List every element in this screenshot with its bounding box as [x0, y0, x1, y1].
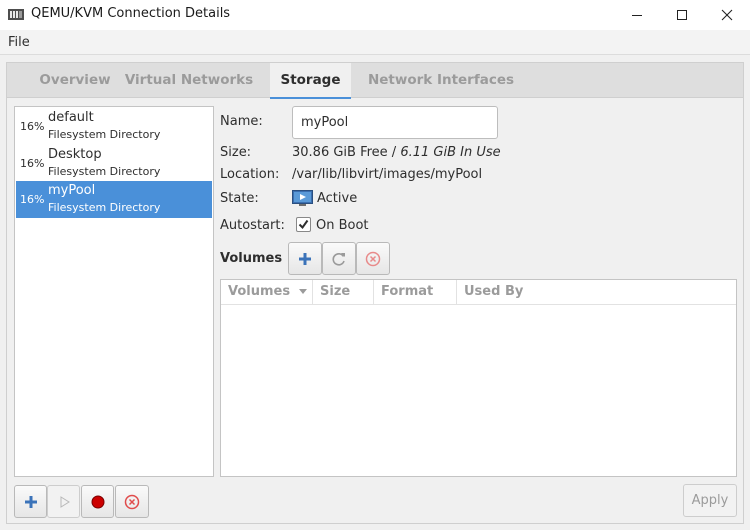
tab-storage[interactable]: Storage: [270, 63, 351, 99]
close-icon: [721, 9, 733, 21]
location-label: Location:: [220, 167, 280, 182]
tab-network-interfaces[interactable]: Network Interfaces: [362, 63, 520, 98]
stop-pool-button[interactable]: [81, 485, 114, 518]
sort-down-icon: [298, 288, 307, 294]
state-value: Active: [317, 191, 358, 206]
size-free: 30.86 GiB Free /: [292, 145, 401, 160]
column-header-size[interactable]: Size: [313, 280, 374, 305]
maximize-icon: [677, 10, 687, 20]
pool-item-mypool[interactable]: 16% myPool Filesystem Directory: [16, 181, 212, 218]
pool-type: Filesystem Directory: [48, 128, 161, 141]
pool-type: Filesystem Directory: [48, 201, 161, 214]
close-button[interactable]: [704, 0, 750, 30]
tab-overview[interactable]: Overview: [15, 63, 135, 98]
column-header-format[interactable]: Format: [374, 280, 457, 305]
column-header-label: Volumes: [228, 284, 291, 299]
menu-file[interactable]: File: [8, 35, 30, 50]
volumes-heading: Volumes: [220, 251, 283, 266]
window-title: QEMU/KVM Connection Details: [31, 6, 231, 21]
pool-type: Filesystem Directory: [48, 165, 161, 178]
size-in-use: 6.11 GiB In Use: [400, 145, 501, 160]
minimize-button[interactable]: [614, 0, 660, 30]
volumes-table: Volumes Size Format Used By: [220, 279, 737, 477]
delete-volume-button[interactable]: [356, 242, 390, 275]
pool-usage-percent: 16%: [20, 120, 45, 133]
autostart-value: On Boot: [316, 218, 369, 233]
refresh-icon: [332, 252, 345, 266]
pool-usage-percent: 16%: [20, 193, 45, 206]
checkmark-icon: [298, 219, 309, 230]
location-value: /var/lib/libvirt/images/myPool: [292, 167, 483, 182]
pool-name: Desktop: [48, 147, 102, 162]
pool-name-input[interactable]: [292, 106, 498, 139]
state-label: State:: [220, 191, 259, 206]
title-bar: QEMU/KVM Connection Details: [0, 0, 750, 30]
refresh-volumes-button[interactable]: [322, 242, 356, 275]
add-volume-button[interactable]: [288, 242, 322, 275]
start-pool-button[interactable]: [47, 485, 80, 518]
play-icon: [60, 495, 70, 508]
notebook: Overview Virtual Networks Storage Networ…: [6, 62, 744, 524]
size-value: 30.86 GiB Free / 6.11 GiB In Use: [292, 145, 501, 160]
column-header-volumes[interactable]: Volumes: [221, 280, 313, 305]
pool-name: myPool: [48, 183, 96, 198]
size-label: Size:: [220, 145, 252, 160]
pool-item-default[interactable]: 16% default Filesystem Directory: [16, 108, 212, 145]
autostart-label: Autostart:: [220, 218, 285, 233]
pool-list: 16% default Filesystem Directory 16% Des…: [14, 106, 214, 477]
monitor-play-icon: [292, 190, 313, 206]
tab-bar: Overview Virtual Networks Storage Networ…: [7, 63, 743, 99]
pool-usage-percent: 16%: [20, 157, 45, 170]
name-label: Name:: [220, 114, 263, 129]
app-icon: [8, 9, 24, 20]
record-icon: [91, 495, 104, 508]
apply-button[interactable]: Apply: [683, 484, 737, 517]
column-header-used-by[interactable]: Used By: [457, 280, 736, 305]
minimize-icon: [632, 15, 642, 16]
menu-bar: File: [0, 30, 750, 55]
pool-item-desktop[interactable]: 16% Desktop Filesystem Directory: [16, 145, 212, 182]
delete-icon: [365, 251, 381, 266]
add-pool-button[interactable]: [14, 485, 47, 518]
tab-virtual-networks[interactable]: Virtual Networks: [119, 63, 259, 98]
plus-icon: [299, 252, 311, 265]
delete-icon: [124, 494, 140, 509]
pool-name: default: [48, 110, 94, 125]
maximize-button[interactable]: [659, 0, 705, 30]
plus-icon: [24, 495, 37, 508]
autostart-checkbox[interactable]: [296, 217, 311, 232]
delete-pool-button[interactable]: [115, 485, 149, 518]
